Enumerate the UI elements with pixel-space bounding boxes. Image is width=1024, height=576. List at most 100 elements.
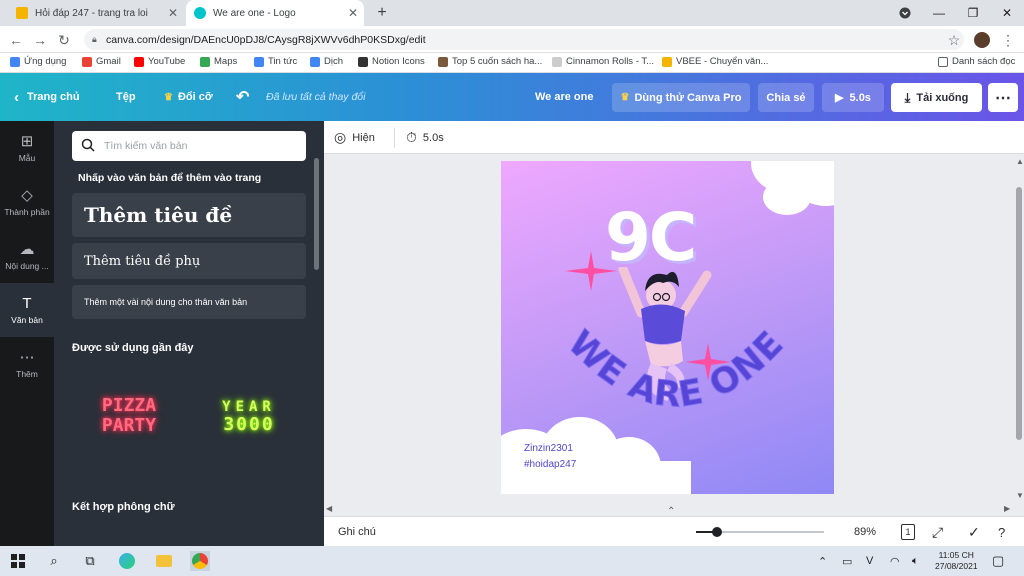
- save-status: Đã lưu tất cả thay đổi: [266, 91, 366, 103]
- bookmark-apps[interactable]: Ứng dụng: [10, 56, 66, 67]
- fullscreen-icon[interactable]: ⤢: [932, 517, 943, 547]
- bookmark-maps[interactable]: Maps: [200, 56, 237, 67]
- profile-avatar[interactable]: [972, 30, 992, 50]
- scroll-right-icon[interactable]: ▶: [1004, 504, 1010, 513]
- recent-font-year-3000[interactable]: YEAR 3000: [206, 398, 292, 434]
- try-pro-label: Dùng thử Canva Pro: [634, 91, 742, 104]
- canvas-title-9c[interactable]: 9C: [605, 205, 697, 271]
- panel-scrollbar[interactable]: [314, 158, 319, 270]
- design-canvas[interactable]: 9C WE ARE ONE Zinzin2301 #hoidap247: [501, 161, 834, 494]
- text-panel: Tìm kiếm văn bản Nhấp vào văn bản để thê…: [54, 121, 324, 546]
- bookmark-news[interactable]: Tin tức: [254, 56, 297, 67]
- bookmark-label: YouTube: [148, 56, 186, 67]
- editor-scrollbar[interactable]: [1016, 187, 1022, 440]
- zoom-level[interactable]: 89%: [854, 517, 876, 547]
- scroll-down-icon[interactable]: ▼: [1016, 491, 1024, 500]
- chrome-icon[interactable]: [190, 551, 210, 571]
- battery-icon[interactable]: ▭: [842, 546, 852, 576]
- close-window-icon[interactable]: ✕: [990, 0, 1024, 26]
- tray-chevron-icon[interactable]: ⌃: [818, 546, 827, 576]
- sidebar-item-elements[interactable]: ◇ Thành phần: [0, 175, 54, 229]
- file-menu[interactable]: Tệp: [116, 73, 136, 121]
- bookmark-vbee[interactable]: VBEE - Chuyển văn...: [662, 56, 768, 67]
- home-link[interactable]: ‹ Trang chủ: [14, 73, 80, 121]
- maps-icon: [200, 56, 210, 67]
- sidebar-item-more[interactable]: ⋯ Thêm: [0, 337, 54, 391]
- address-bar[interactable]: 🔒︎ canva.com/design/DAEncU0pDJ8/CAysgR8j…: [84, 29, 964, 50]
- bookmark-star-icon[interactable]: ☆: [944, 30, 964, 50]
- reload-icon[interactable]: ↻: [54, 30, 74, 50]
- browser-tab-canva[interactable]: We are one - Logo ✕: [186, 0, 364, 26]
- try-pro-button[interactable]: ♛ Dùng thử Canva Pro: [612, 83, 750, 112]
- design-title[interactable]: We are one: [535, 73, 594, 121]
- zoom-slider-thumb[interactable]: [712, 527, 722, 537]
- windows-start-icon[interactable]: [8, 551, 28, 571]
- share-button[interactable]: Chia sẻ: [758, 83, 814, 112]
- zoom-slider[interactable]: [696, 517, 824, 547]
- handle-text-1[interactable]: Zinzin2301: [524, 443, 573, 454]
- browser-tab-hoidap[interactable]: Hỏi đáp 247 - trang tra loi ✕: [8, 0, 184, 26]
- animate-button[interactable]: ◎ Hiện: [334, 121, 375, 154]
- back-icon[interactable]: ←: [6, 30, 26, 50]
- bookmark-label: VBEE - Chuyển văn...: [676, 56, 769, 67]
- add-body-text-button[interactable]: Thêm một vài nội dung cho thân văn bản: [72, 285, 306, 319]
- bookmark-gmail[interactable]: Gmail: [82, 56, 121, 67]
- template-icon: ⊞: [20, 132, 34, 150]
- we-are-one-arc-text[interactable]: WE ARE ONE: [541, 321, 811, 441]
- resize-label: Đổi cỡ: [177, 91, 213, 103]
- sidebar-item-text[interactable]: T Văn bản: [0, 283, 54, 337]
- bookmark-notion-icons[interactable]: Notion Icons: [358, 56, 425, 67]
- page-count-button[interactable]: 1: [901, 517, 915, 547]
- recent-font-pizza-party[interactable]: PIZZA PARTY: [86, 396, 172, 436]
- sidebar-item-uploads[interactable]: ☁ Nội dung ...: [0, 229, 54, 283]
- download-button[interactable]: ⤓ Tải xuống: [891, 83, 982, 112]
- browser-menu-icon[interactable]: ⋮: [998, 30, 1018, 50]
- add-subheading-button[interactable]: Thêm tiêu đề phụ: [72, 243, 306, 279]
- volume-icon[interactable]: 🔈︎: [912, 546, 919, 576]
- tab-search-icon[interactable]: [888, 0, 922, 26]
- new-tab-button[interactable]: +: [370, 0, 394, 26]
- bookmark-cinnamon[interactable]: Cinnamon Rolls - T...: [552, 56, 654, 67]
- sidebar-item-templates[interactable]: ⊞ Mẫu: [0, 121, 54, 175]
- duration-button[interactable]: ⏱ 5.0s: [406, 121, 444, 154]
- scroll-up-icon[interactable]: ▲: [1016, 157, 1024, 166]
- neon-line: PARTY: [101, 415, 157, 436]
- handle-text-2[interactable]: #hoidap247: [524, 459, 576, 470]
- bookmark-top5[interactable]: Top 5 cuốn sách ha...: [438, 56, 542, 67]
- search-icon[interactable]: ⌕: [44, 551, 64, 571]
- book-icon: [438, 56, 448, 67]
- file-explorer-icon[interactable]: [154, 551, 174, 571]
- reading-list[interactable]: Danh sách đọc: [938, 56, 1015, 67]
- neon-line: PIZZA: [101, 395, 157, 416]
- add-heading-button[interactable]: Thêm tiêu đề: [72, 193, 306, 237]
- more-options-icon[interactable]: ⋯: [988, 83, 1018, 112]
- check-circle-icon[interactable]: ✓: [968, 517, 980, 547]
- help-icon[interactable]: ?: [998, 517, 1005, 547]
- clock[interactable]: 11:05 CH 27/08/2021: [935, 546, 978, 576]
- forward-icon[interactable]: →: [30, 30, 50, 50]
- bookmark-label: Ứng dụng: [24, 56, 67, 67]
- scroll-left-icon[interactable]: ◀: [326, 504, 332, 513]
- text-search-input[interactable]: Tìm kiếm văn bản: [72, 131, 306, 161]
- resize-menu[interactable]: ♛ Đổi cỡ: [164, 73, 213, 121]
- neon-line: 3000: [223, 414, 275, 435]
- search-icon: [81, 138, 95, 152]
- restore-icon[interactable]: ❐: [956, 0, 990, 26]
- bookmark-youtube[interactable]: YouTube: [134, 56, 185, 67]
- notes-button[interactable]: Ghi chú: [338, 517, 376, 547]
- notifications-icon[interactable]: ▢: [992, 546, 1004, 576]
- tab-title: We are one - Logo: [213, 7, 296, 19]
- edge-icon[interactable]: [117, 551, 137, 571]
- present-button[interactable]: ▶ 5.0s: [822, 83, 884, 112]
- close-tab-icon[interactable]: ✕: [168, 6, 178, 20]
- bookmark-translate[interactable]: Dịch: [310, 56, 343, 67]
- page-icon: [552, 56, 562, 67]
- wifi-icon[interactable]: ◠: [890, 546, 900, 576]
- canva-sidebar: ⊞ Mẫu ◇ Thành phần ☁ Nội dung ... T Văn …: [0, 121, 54, 546]
- task-view-icon[interactable]: ⧉: [80, 551, 100, 571]
- undo-icon[interactable]: ↶: [236, 73, 249, 121]
- close-tab-icon[interactable]: ✕: [348, 6, 358, 20]
- minimize-icon[interactable]: —: [922, 0, 956, 26]
- reading-list-icon: [938, 56, 948, 67]
- vpn-icon[interactable]: V: [866, 546, 873, 576]
